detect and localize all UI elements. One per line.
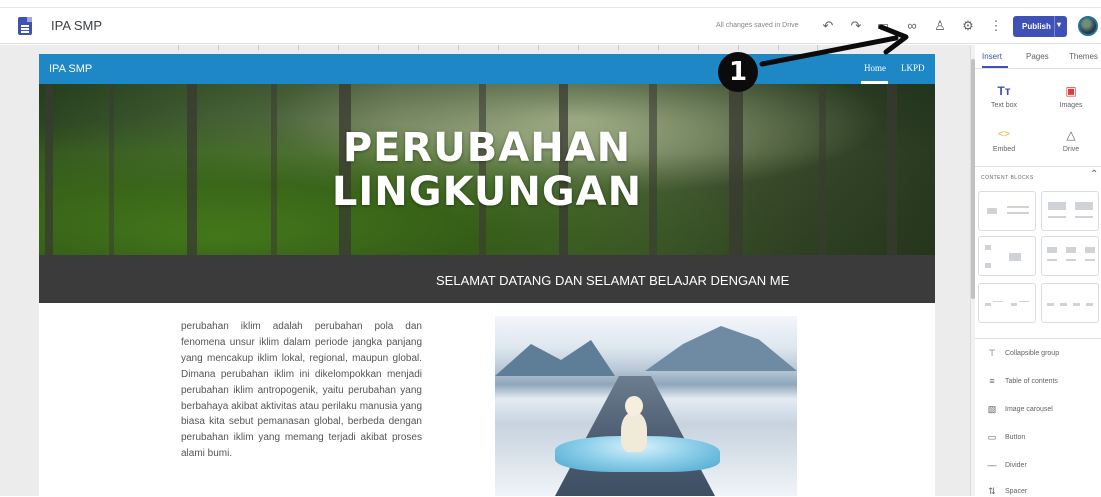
welcome-marquee-text: SELAMAT DATANG DAN SELAMAT BELAJAR DENGA…: [436, 273, 790, 288]
table-of-contents-label: Table of contents: [1005, 378, 1058, 385]
insert-side-panel: Insert Pages Themes Tт Text box ▣ Images…: [970, 45, 1101, 496]
polar-bear: [615, 394, 651, 454]
settings-icon[interactable]: ⚙: [958, 16, 978, 36]
hero-title-line-2: LINGKUNGAN: [331, 169, 643, 215]
welcome-banner[interactable]: SELAMAT DATANG DAN SELAMAT BELAJAR DENGA…: [39, 255, 935, 303]
more-icon[interactable]: ⋮: [986, 16, 1006, 36]
image-carousel-label: Image carousel: [1005, 406, 1053, 413]
section-divider: [975, 338, 1101, 339]
images-icon: ▣: [1065, 84, 1077, 98]
spacer-icon: ⇅: [988, 486, 996, 496]
button-label: Button: [1005, 434, 1026, 441]
tab-insert[interactable]: Insert: [982, 52, 1002, 61]
hero-title-line-1: PERUBAHAN: [342, 125, 632, 171]
editor-canvas: IPA SMP Home LKPD PERUBAHAN LINGKUNGAN S…: [0, 45, 970, 496]
nav-link-lkpd[interactable]: LKPD: [901, 63, 925, 73]
mountain-shape: [495, 340, 615, 376]
mountain-shape: [645, 326, 797, 371]
publish-dropdown-icon[interactable]: ▾: [1057, 20, 1061, 29]
content-block-3[interactable]: [978, 236, 1036, 276]
images-label: Images: [1059, 102, 1083, 109]
tabs-divider: [975, 68, 1101, 69]
drive-label: Drive: [1062, 146, 1080, 153]
site-document-title[interactable]: IPA SMP: [51, 18, 102, 33]
content-block-6[interactable]: [1041, 283, 1099, 323]
drive-icon: △: [1066, 128, 1076, 142]
publish-label: Publish: [1022, 22, 1051, 31]
collapsible-group-label: Collapsible group: [1005, 350, 1060, 357]
nav-link-home[interactable]: Home: [864, 63, 886, 73]
hero-banner-image[interactable]: PERUBAHAN LINGKUNGAN: [39, 84, 935, 255]
insert-embed[interactable]: <> Embed: [974, 127, 1034, 153]
embed-icon: <>: [998, 129, 1010, 140]
google-sites-icon[interactable]: [18, 17, 32, 35]
table-of-contents-icon: ≡: [989, 376, 995, 386]
tab-themes[interactable]: Themes: [1069, 52, 1098, 61]
hero-title[interactable]: PERUBAHAN LINGKUNGAN: [39, 126, 935, 214]
share-icon[interactable]: ♙: [930, 16, 950, 36]
embed-label: Embed: [992, 146, 1016, 153]
divider-icon: —: [987, 460, 997, 470]
layout-ruler: [178, 45, 818, 50]
content-block-2[interactable]: [1041, 191, 1099, 231]
text-box-icon: Tт: [997, 84, 1011, 98]
content-blocks-heading: CONTENT BLOCKS: [981, 175, 1034, 181]
section-divider: [975, 166, 1101, 167]
link-icon[interactable]: ∞: [902, 16, 922, 36]
preview-icon[interactable]: ▭: [873, 16, 893, 36]
site-header-nav: IPA SMP Home LKPD: [39, 54, 935, 84]
undo-icon[interactable]: ↶: [818, 16, 838, 36]
editor-toolbar: IPA SMP All changes saved in Drive ↶ ↷ ▭…: [0, 8, 1101, 44]
text-box-label: Text box: [990, 102, 1018, 109]
browser-top-strip: [0, 0, 1101, 8]
site-page: IPA SMP Home LKPD PERUBAHAN LINGKUNGAN S…: [39, 54, 935, 496]
site-name[interactable]: IPA SMP: [49, 63, 92, 75]
publish-button[interactable]: Publish ▾: [1013, 16, 1067, 37]
tab-pages[interactable]: Pages: [1026, 52, 1049, 61]
content-block-4[interactable]: [1041, 236, 1099, 276]
content-block-1[interactable]: [978, 191, 1036, 231]
step-number-badge: 1: [718, 52, 758, 92]
save-status: All changes saved in Drive: [716, 22, 799, 29]
account-avatar[interactable]: [1078, 16, 1098, 36]
climate-change-paragraph[interactable]: perubahan iklim adalah perubahan pola da…: [181, 319, 422, 462]
image-carousel-icon: ▧: [987, 404, 997, 414]
polar-bear-image[interactable]: [495, 316, 797, 496]
insert-text-box[interactable]: Tт Text box: [974, 83, 1034, 109]
divider-label: Divider: [1005, 462, 1027, 469]
collapsible-group-icon: ⊤: [988, 348, 996, 358]
insert-drive[interactable]: △ Drive: [1041, 127, 1101, 153]
publish-divider: [1054, 16, 1055, 37]
content-block-5[interactable]: [978, 283, 1036, 323]
panel-scrollbar[interactable]: [971, 45, 975, 496]
insert-images[interactable]: ▣ Images: [1041, 83, 1101, 109]
button-icon: ▭: [987, 432, 997, 442]
redo-icon[interactable]: ↷: [846, 16, 866, 36]
spacer-label: Spacer: [1005, 488, 1028, 495]
collapse-chevron-icon[interactable]: ⌃: [1090, 169, 1098, 180]
